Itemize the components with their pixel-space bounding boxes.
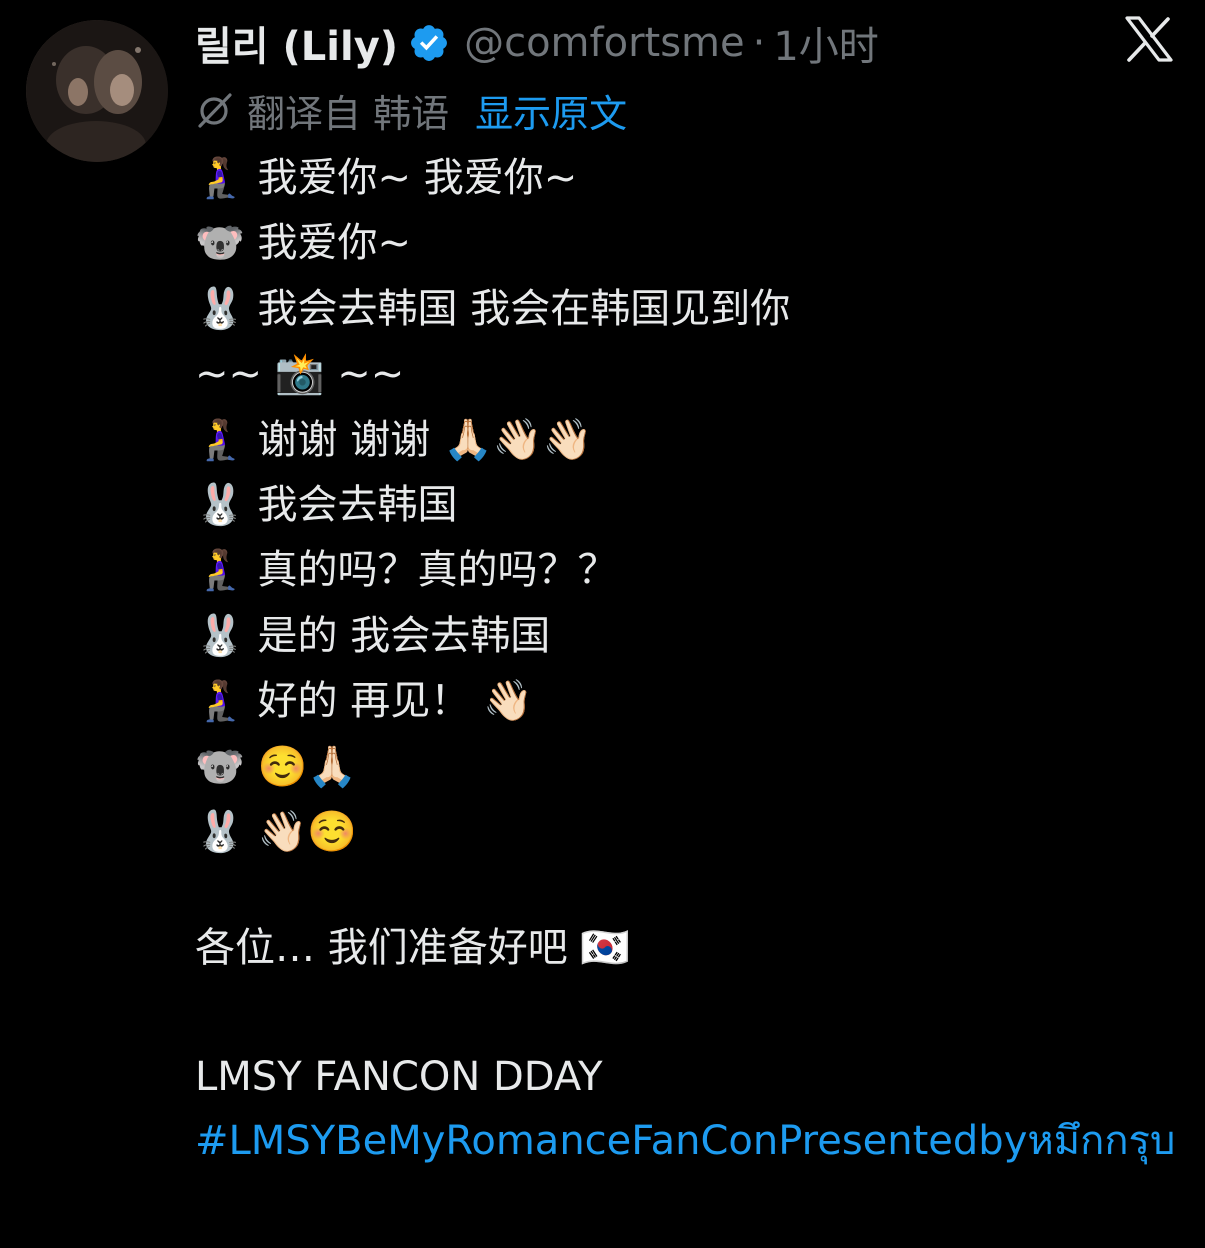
translated-from-label: 翻译自 韩语 (247, 91, 450, 136)
paragraph-break (195, 981, 1185, 1044)
tweet-line: ~~ 📸 ~~ (195, 351, 405, 398)
tweet-line: 🧎‍♀️ 我爱你~ 我爱你~ (195, 155, 578, 201)
tweet-line: 🐰 👋🏻☺️ (195, 808, 358, 855)
tweet-event-line: LMSY FANCON DDAY (195, 1054, 603, 1101)
timestamp[interactable]: 1小时 (773, 14, 878, 72)
user-handle[interactable]: @comfortsme (464, 20, 745, 66)
display-name[interactable]: 릴리 (Lily) (195, 14, 398, 72)
tweet-line: 🧎‍♀️ 谢谢 谢谢 🙏🏻👋🏻👋🏻 (195, 416, 593, 463)
show-original-link[interactable]: 显示原文 (475, 83, 627, 138)
tweet-line: 🐰 是的 我会去韩国 (195, 612, 551, 659)
verified-badge-icon (408, 22, 450, 64)
tweet-line: 🧎‍♀️ 真的吗？真的吗？？ (195, 547, 618, 594)
paragraph-break (195, 865, 1185, 915)
x-logo-icon (1124, 16, 1174, 62)
translate-icon (195, 90, 235, 130)
tweet-line: 🐰 我会去韩国 (195, 481, 458, 528)
tweet-line: 🧎‍♀️ 好的 再见！ 👋🏻 (195, 678, 533, 725)
tweet-line: 🐨 我爱你~ (195, 220, 412, 267)
tweet-line: 🐨 ☺️🙏🏻 (195, 743, 358, 790)
tweet-text: 🧎‍♀️ 我爱你~ 我爱你~ 🐨 我爱你~ 🐰 我会去韩国 我会在韩国见到你 ~… (195, 146, 1185, 1172)
avatar[interactable] (26, 20, 168, 162)
tweet-closing-line: 各位… 我们准备好吧 🇰🇷 (195, 925, 631, 972)
tweet-header: 릴리 (Lily) @comfortsme · 1小时 (195, 14, 879, 72)
tweet-line: 🐰 我会去韩国 我会在韩国见到你 (195, 285, 791, 332)
translation-notice: 翻译自 韩语 显示原文 (195, 84, 627, 136)
avatar-image (26, 20, 168, 162)
hashtag-link[interactable]: #LMSYBeMyRomanceFanConPresentedbyหมึกกรุ… (195, 1110, 1185, 1172)
header-separator: · (752, 20, 766, 66)
